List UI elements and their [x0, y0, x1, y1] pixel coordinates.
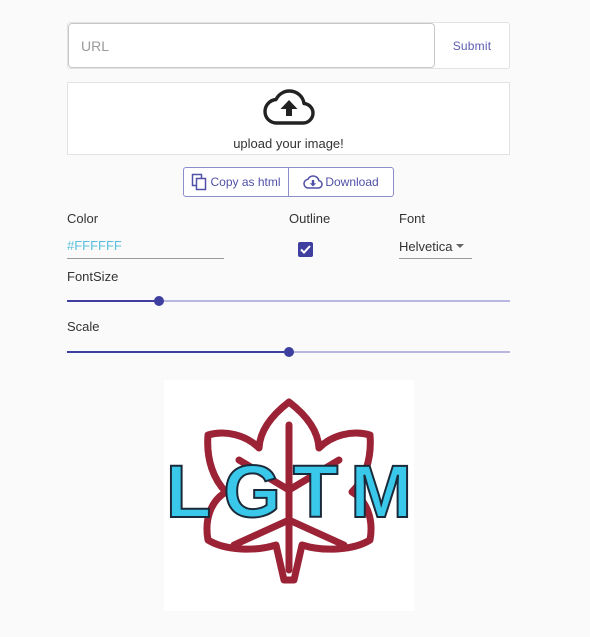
slider-track: [67, 351, 289, 353]
cloud-download-icon: [303, 175, 324, 189]
copy-as-html-label: Copy as html: [210, 175, 281, 189]
fontsize-label: FontSize: [67, 269, 119, 284]
download-button[interactable]: Download: [288, 168, 393, 196]
outline-checkbox[interactable]: [298, 242, 313, 257]
slider-thumb[interactable]: [153, 296, 164, 306]
download-label: Download: [325, 175, 379, 189]
cloud-upload-icon: [262, 89, 315, 125]
copy-icon: [192, 173, 207, 191]
url-form: Submit: [67, 22, 510, 69]
scale-slider[interactable]: [67, 346, 510, 358]
font-select[interactable]: Helvetica: [399, 234, 472, 259]
chevron-down-icon: [456, 244, 464, 248]
font-label: Font: [399, 211, 426, 226]
upload-label: upload your image!: [233, 136, 344, 151]
lgtm-preview-image: LGTM: [164, 380, 414, 611]
scale-label: Scale: [67, 319, 100, 334]
font-select-value: Helvetica: [399, 238, 453, 254]
outline-label: Outline: [289, 211, 331, 226]
slider-thumb[interactable]: [283, 347, 294, 357]
export-button-group: Copy as html Download: [183, 167, 394, 197]
submit-button[interactable]: Submit: [435, 23, 509, 68]
slider-track: [67, 300, 159, 302]
color-label: Color: [67, 211, 99, 226]
fontsize-slider[interactable]: [67, 295, 510, 307]
checkmark-icon: [300, 245, 311, 254]
url-input[interactable]: [68, 23, 435, 68]
image-upload-dropzone[interactable]: upload your image!: [67, 82, 510, 155]
color-input[interactable]: [67, 232, 224, 259]
copy-as-html-button[interactable]: Copy as html: [184, 168, 288, 196]
